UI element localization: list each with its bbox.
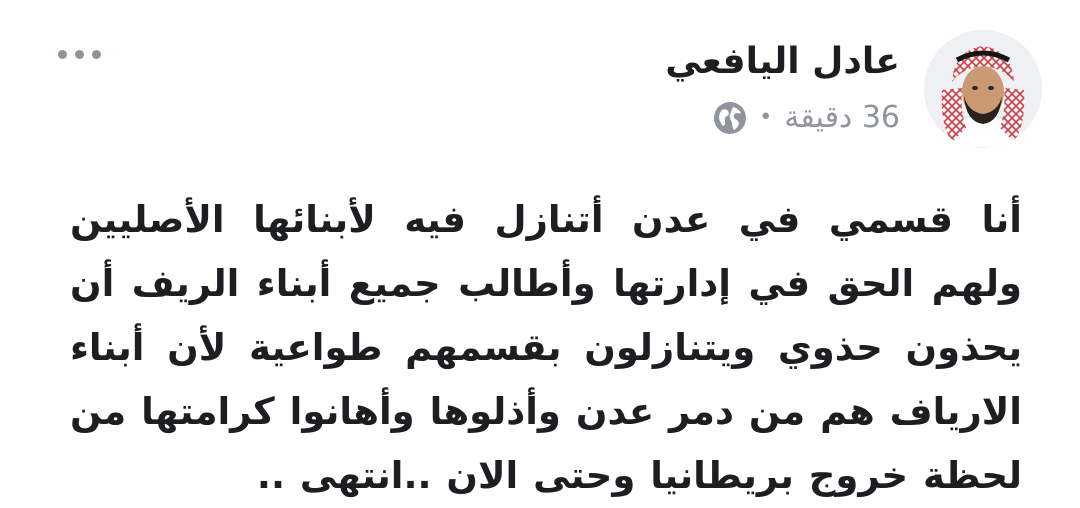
author-name[interactable]: عادل اليافعي bbox=[665, 40, 900, 83]
post-text: أنا قسمي في عدن أتنازل فيه لأبنائها الأص… bbox=[70, 198, 1022, 497]
dot-icon bbox=[58, 50, 67, 59]
avatar-image bbox=[924, 30, 1042, 148]
dot-icon bbox=[75, 50, 84, 59]
more-options-icon[interactable] bbox=[58, 50, 108, 64]
author-avatar[interactable] bbox=[924, 30, 1042, 148]
meta-separator: • bbox=[759, 104, 773, 130]
post-timestamp[interactable]: 36 دقيقة bbox=[784, 100, 900, 136]
post-card: عادل اليافعي 36 دقيقة • أنا قسمي في عدن … bbox=[0, 0, 1080, 500]
globe-icon[interactable] bbox=[713, 101, 747, 135]
post-meta: 36 دقيقة • bbox=[713, 100, 900, 136]
dot-icon bbox=[92, 50, 101, 59]
